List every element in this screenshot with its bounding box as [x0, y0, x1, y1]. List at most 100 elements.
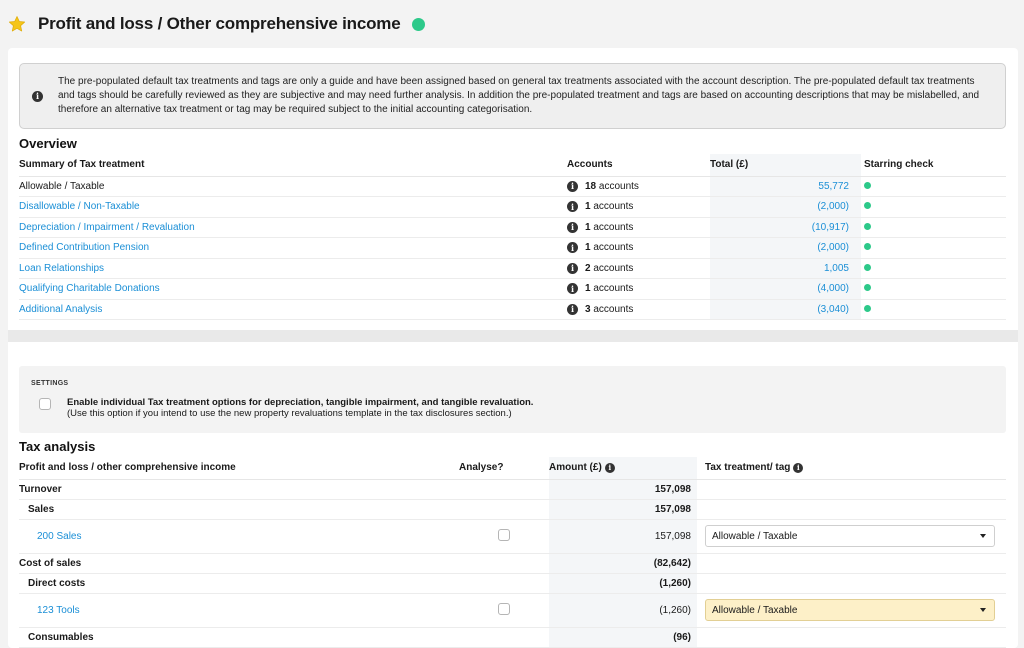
overview-row: Allowable / Taxable i 18 accounts 55,772	[19, 176, 1006, 197]
info-icon[interactable]: i	[793, 462, 804, 473]
caret-down-icon	[980, 534, 986, 538]
analyse-checkbox[interactable]	[498, 528, 510, 541]
main-panel: i The pre-populated default tax treatmen…	[8, 48, 1018, 648]
accounts-count: 1	[585, 201, 591, 213]
caret-down-icon	[980, 608, 986, 612]
row-total[interactable]: (4,000)	[710, 278, 861, 300]
settings-option-title: Enable individual Tax treatment options …	[67, 397, 534, 408]
starring-status-dot	[864, 202, 871, 210]
accounts-count: 1	[585, 283, 591, 295]
account-link-123-tools[interactable]: 123 Tools	[37, 605, 80, 616]
accounts-count: 2	[585, 262, 591, 274]
info-icon[interactable]: i	[604, 462, 615, 473]
analyse-checkbox[interactable]	[498, 602, 510, 615]
tax-treatment-select[interactable]: Allowable / Taxable	[705, 525, 995, 547]
guidance-notice: i The pre-populated default tax treatmen…	[19, 63, 1006, 129]
table-row: Consumables (96)	[19, 627, 1006, 648]
row-total[interactable]: (3,040)	[710, 299, 861, 320]
row-label-cost-of-sales: Cost of sales	[19, 553, 459, 574]
accounts-count: 18	[585, 180, 597, 192]
starring-status-dot	[864, 263, 871, 271]
accounts-unit: accounts	[593, 242, 634, 254]
tax-treatment-select[interactable]: Allowable / Taxable	[705, 599, 995, 621]
settings-option-text: Enable individual Tax treatment options …	[67, 397, 533, 419]
treatment-link[interactable]: Qualifying Charitable Donations	[19, 283, 160, 294]
notice-text: The pre-populated default tax treatments…	[58, 76, 980, 115]
selected-treatment: Allowable / Taxable	[712, 604, 798, 616]
row-label-turnover: Turnover	[19, 479, 459, 500]
col-header-accounts: Accounts	[567, 154, 710, 177]
accounts-unit: accounts	[593, 262, 634, 274]
accounts-unit: accounts	[593, 303, 634, 315]
table-row: 123 Tools (1,260) Allowable / Taxable	[19, 593, 1006, 628]
row-amount: 157,098	[549, 479, 697, 500]
starring-status-dot	[864, 243, 871, 251]
star-icon[interactable]	[8, 15, 26, 33]
info-icon[interactable]: i	[567, 242, 578, 254]
table-row: Sales 157,098	[19, 499, 1006, 520]
accounts-count: 1	[585, 221, 591, 233]
row-amount: 157,098	[549, 499, 697, 520]
selected-treatment: Allowable / Taxable	[712, 530, 798, 542]
treatment-label: Allowable / Taxable	[19, 176, 567, 197]
starring-status-dot	[864, 284, 871, 292]
overview-row: Depreciation / Impairment / Revaluation i…	[19, 217, 1006, 238]
table-row: 200 Sales 157,098 Allowable / Taxable	[19, 519, 1006, 554]
table-row: Cost of sales (82,642)	[19, 553, 1006, 574]
treatment-link[interactable]: Additional Analysis	[19, 304, 102, 315]
tag-header-label: Tax treatment/ tag	[705, 462, 791, 474]
tax-analysis-table: Profit and loss / other comprehensive in…	[19, 457, 1006, 648]
info-icon[interactable]: i	[567, 201, 578, 213]
row-total[interactable]: (10,917)	[710, 217, 861, 238]
tax-analysis-title: Tax analysis	[19, 439, 96, 454]
row-label-direct-costs: Direct costs	[19, 573, 459, 594]
row-label-sales: Sales	[19, 499, 459, 520]
overview-row: Defined Contribution Pension i 1 accounts (…	[19, 237, 1006, 259]
table-row: Turnover 157,098	[19, 479, 1006, 500]
accounts-count: 1	[585, 242, 591, 254]
treatment-link[interactable]: Depreciation / Impairment / Revaluation	[19, 222, 195, 233]
info-icon[interactable]: i	[567, 221, 578, 233]
settings-box: SETTINGS Enable individual Tax treatment…	[19, 366, 1006, 433]
treatment-link[interactable]: Disallowable / Non-Taxable	[19, 201, 140, 212]
account-link-200-sales[interactable]: 200 Sales	[37, 531, 81, 542]
starring-status-dot	[864, 181, 871, 189]
amount-header-label: Amount (£)	[549, 462, 602, 474]
status-indicator	[412, 17, 426, 31]
row-amount: (96)	[549, 627, 697, 648]
col-header-treatment: Summary of Tax treatment	[19, 154, 567, 177]
row-total[interactable]: (2,000)	[710, 237, 861, 259]
section-divider	[8, 330, 1018, 342]
treatment-link[interactable]: Loan Relationships	[19, 263, 104, 274]
info-icon[interactable]: i	[567, 180, 578, 192]
row-amount: (82,642)	[549, 553, 697, 574]
row-amount: (1,260)	[549, 593, 697, 628]
row-total[interactable]: 55,772	[710, 176, 861, 197]
overview-row: Additional Analysis i 3 accounts (3,040)	[19, 299, 1006, 320]
row-total[interactable]: 1,005	[710, 258, 861, 279]
enable-individual-treatment-checkbox[interactable]	[39, 398, 51, 410]
overview-title: Overview	[19, 136, 77, 151]
row-total[interactable]: (2,000)	[710, 196, 861, 218]
overview-row: Disallowable / Non-Taxable i 1 accounts (2,…	[19, 196, 1006, 218]
row-amount: (1,260)	[549, 573, 697, 594]
col-header-amount: Amount (£) i	[549, 457, 697, 480]
accounts-count: 3	[585, 303, 591, 315]
treatment-link[interactable]: Defined Contribution Pension	[19, 242, 149, 253]
col-header-item: Profit and loss / other comprehensive in…	[19, 457, 459, 480]
accounts-unit: accounts	[593, 221, 634, 233]
row-amount: 157,098	[549, 519, 697, 554]
accounts-unit: accounts	[593, 201, 634, 213]
page-header: Profit and loss / Other comprehensive in…	[0, 0, 1024, 48]
table-row: Direct costs (1,260)	[19, 573, 1006, 594]
settings-option-note: (Use this option if you intend to use th…	[67, 408, 512, 419]
starring-status-dot	[864, 304, 871, 312]
info-icon[interactable]: i	[567, 303, 578, 315]
info-icon[interactable]: i	[567, 283, 578, 295]
settings-label: SETTINGS	[31, 380, 69, 387]
col-header-starring: Starring check	[861, 154, 1006, 177]
col-header-tag: Tax treatment/ tag i	[697, 457, 1006, 480]
col-header-analyse: Analyse?	[459, 457, 549, 480]
starring-status-dot	[864, 222, 871, 230]
info-icon[interactable]: i	[567, 262, 578, 274]
